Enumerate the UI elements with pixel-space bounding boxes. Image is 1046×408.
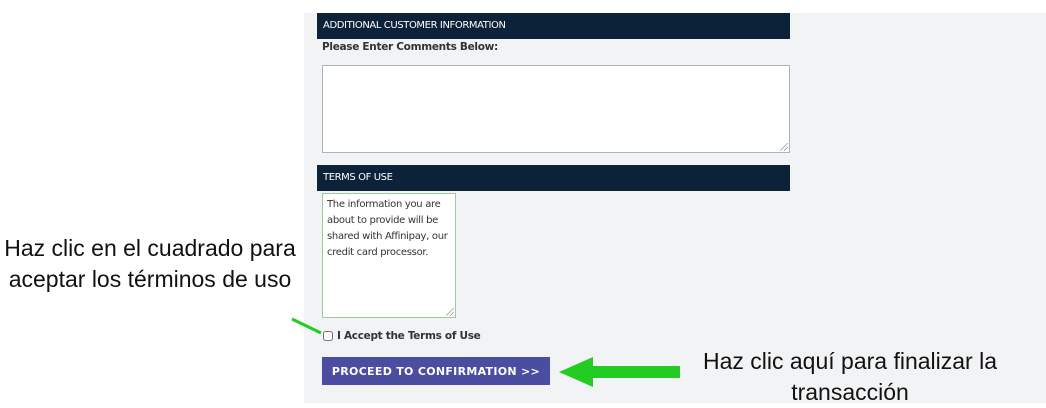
right-annotation-text: Haz clic aquí para finalizar la transacc…	[702, 348, 998, 405]
accept-terms-row: I Accept the Terms of Use	[322, 329, 481, 343]
comments-textarea[interactable]	[322, 65, 790, 153]
left-annotation-text: Haz clic en el cuadrado para aceptar los…	[4, 235, 296, 292]
proceed-to-confirmation-button[interactable]: PROCEED TO CONFIRMATION >>	[322, 357, 550, 385]
terms-of-use-header: TERMS OF USE	[317, 165, 790, 191]
pointer-line-icon	[291, 317, 322, 335]
terms-textarea[interactable]: The information you are about to provide…	[322, 193, 456, 318]
additional-info-header: ADDITIONAL CUSTOMER INFORMATION	[317, 13, 790, 39]
comments-label: Please Enter Comments Below:	[322, 41, 498, 53]
accept-terms-label[interactable]: I Accept the Terms of Use	[337, 330, 481, 342]
